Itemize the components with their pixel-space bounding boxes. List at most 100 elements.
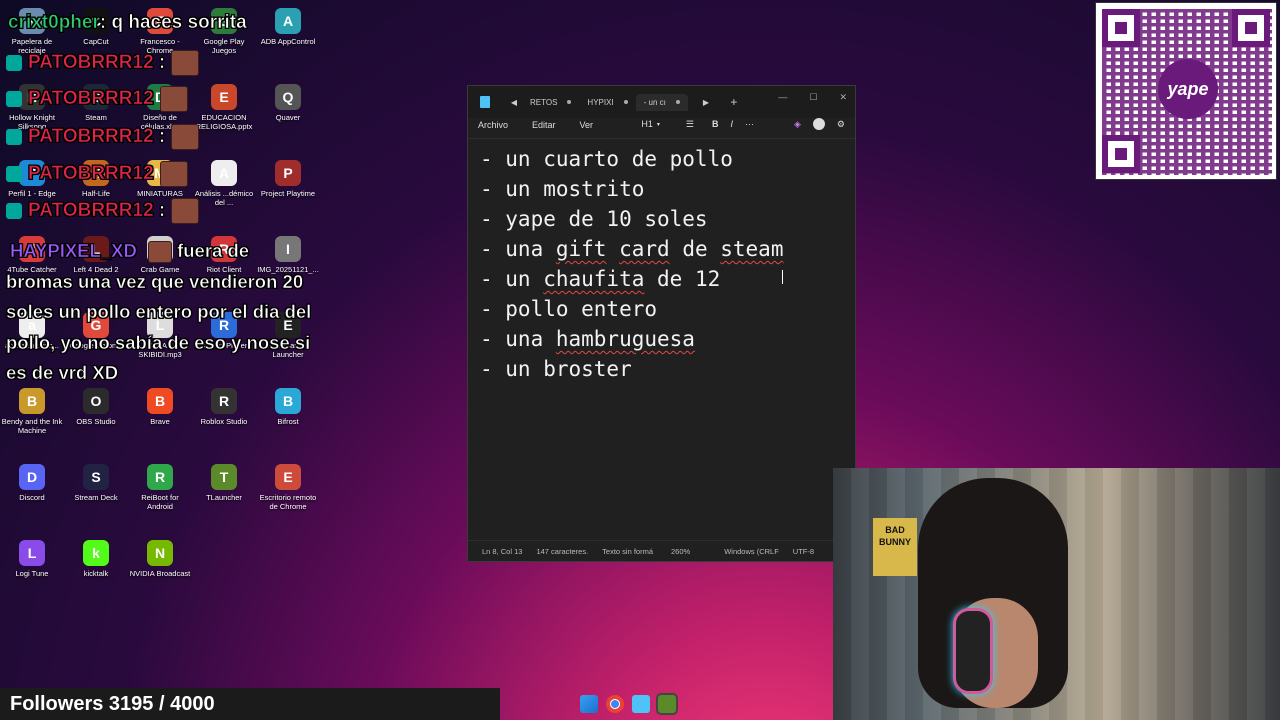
discord-icon: D <box>19 464 45 490</box>
chat-text: pollo, yo no sabía de eso y nose si <box>6 331 311 353</box>
italic-button[interactable]: I <box>730 119 733 129</box>
list-icon[interactable]: ☰ <box>686 119 694 130</box>
subscriber-badge-icon <box>6 91 22 107</box>
desktop-icon[interactable]: D Discord <box>0 464 64 502</box>
close-button[interactable]: ✕ <box>839 92 847 103</box>
desktop-icon-label: MINIATURAS <box>137 189 183 198</box>
desktop-icon-label: Brave <box>150 417 170 426</box>
desktop-icon[interactable]: B Bifrost <box>256 388 320 426</box>
menu-bar: Archivo Editar Ver H1 ▾ ☰ B I ··· ◈ ⚙ <box>468 114 855 136</box>
tab-retos[interactable]: RETOS <box>522 94 579 111</box>
maximize-button[interactable]: ☐ <box>809 92 817 103</box>
menu-editar[interactable]: Editar <box>532 120 556 130</box>
tab-label: - un cı <box>643 97 666 107</box>
account-icon[interactable] <box>812 118 825 130</box>
copilot-icon[interactable]: ◈ <box>794 119 801 130</box>
tab-scroll-right-icon[interactable]: ▶ <box>698 98 714 107</box>
chat-text: bromas una vez que vendieron 20 <box>6 270 304 292</box>
desktop-icon[interactable]: L Logi Tune <box>0 540 64 578</box>
windows-start-icon[interactable] <box>580 695 598 713</box>
followers-goal-bar: Followers 3195 / 4000 <box>0 688 500 720</box>
chat-message: PATOBRRR12 <box>6 86 188 112</box>
tab-hypixi[interactable]: HYPIXI <box>579 94 635 111</box>
desktop-icon[interactable]: B Bendy and the Ink Machine <box>0 388 64 436</box>
desktop-icon-label: ADB AppControl <box>260 37 316 46</box>
chat-text: : <box>158 52 166 74</box>
quaver-icon: Q <box>275 84 301 110</box>
chat-message: crixt0pher: q haces sorrita <box>8 12 247 34</box>
tab-current[interactable]: - un cı <box>635 93 688 111</box>
desktop-icon-label: Perfil 1 - Edge <box>8 189 56 198</box>
cursor-position: Ln 8, Col 13 <box>482 546 523 556</box>
desktop-icon[interactable]: T TLauncher <box>192 464 256 502</box>
unsaved-dot-icon <box>567 100 572 104</box>
desktop-icon-label: Half-Life <box>82 189 110 198</box>
desktop-icon[interactable]: R ReiBoot for Android <box>128 464 192 512</box>
desktop-icon[interactable]: A Análisis ...démico del ... <box>192 160 256 208</box>
roblox-studio-icon: R <box>211 388 237 414</box>
bold-button[interactable]: B <box>712 119 719 129</box>
desktop-icon[interactable]: E Escritorio remoto de Chrome <box>256 464 320 512</box>
kicktalk-icon: k <box>83 540 109 566</box>
bendy-icon: B <box>19 388 45 414</box>
desktop-icon[interactable]: Q Quaver <box>256 84 320 122</box>
desktop-icon-label: Escritorio remoto de Chrome <box>259 493 317 512</box>
desktop-icon[interactable]: O OBS Studio <box>64 388 128 426</box>
text-line: - un mostrito <box>480 177 645 201</box>
desktop-icon-label: Stream Deck <box>74 493 118 502</box>
chat-text: fuera de <box>177 240 250 262</box>
chat-username: PATOBRRR12 <box>28 200 154 222</box>
menu-ver[interactable]: Ver <box>580 120 594 130</box>
desktop-icon[interactable]: P Project Playtime <box>256 160 320 198</box>
desktop-icon[interactable]: k kicktalk <box>64 540 128 578</box>
text-line: - un chaufita de 12 <box>480 267 721 291</box>
chat-text: : q haces sorrita <box>99 12 247 34</box>
minecraft-icon[interactable] <box>656 693 678 715</box>
powerpoint-icon: E <box>211 84 237 110</box>
chat-text: : <box>158 200 166 222</box>
yape-qr-code: yape <box>1095 2 1277 180</box>
subscriber-badge-icon <box>6 129 22 145</box>
desktop-icon[interactable]: E EDUCACION RELIGIOSA.pptx <box>192 84 256 132</box>
desktop-icon[interactable]: S Stream Deck <box>64 464 128 502</box>
emote-icon <box>171 50 200 76</box>
reiboot-icon: R <box>147 464 173 490</box>
qr-finder-icon <box>1232 9 1270 47</box>
more-options-button[interactable]: ··· <box>745 119 754 129</box>
desktop-icon[interactable]: N NVIDIA Broadcast <box>128 540 192 578</box>
bifrost-icon: B <box>275 388 301 414</box>
chat-message: PATOBRRR12 : <box>6 198 200 224</box>
settings-gear-icon[interactable]: ⚙ <box>837 119 845 130</box>
heading-select[interactable]: H1 <box>641 119 653 129</box>
desktop-icon[interactable]: B Brave <box>128 388 192 426</box>
menu-archivo[interactable]: Archivo <box>478 120 508 130</box>
desktop-icon[interactable]: A ADB AppControl <box>256 8 320 46</box>
project-playtime-icon: P <box>275 160 301 186</box>
qr-finder-icon <box>1102 135 1140 173</box>
new-tab-button[interactable]: + <box>726 95 742 109</box>
encoding: UTF-8 <box>792 546 815 556</box>
tab-scroll-left-icon[interactable]: ◀ <box>506 98 522 107</box>
yape-logo-text: yape <box>1167 79 1209 99</box>
status-bar: Ln 8, Col 13 147 caracteres. Texto sin f… <box>468 540 855 561</box>
chat-username: HAYPIXEL_XD <box>10 240 137 262</box>
chevron-down-icon: ▾ <box>656 121 660 128</box>
tab-label: HYPIXI <box>587 97 614 107</box>
notepad-window: ◀ RETOS HYPIXI - un cı ▶ + — ☐ ✕ Archivo… <box>467 85 856 562</box>
chat-text: : <box>158 126 166 148</box>
logi-tune-icon: L <box>19 540 45 566</box>
editor-text-area[interactable]: - un cuarto de pollo - un mostrito - yap… <box>468 138 855 544</box>
remote-desktop-icon: E <box>275 464 301 490</box>
text-line: - un cuarto de pollo <box>480 147 733 171</box>
window-controls: — ☐ ✕ <box>778 92 847 103</box>
desktop-icon[interactable]: R Roblox Studio <box>192 388 256 426</box>
desktop-icon-label: ReiBoot for Android <box>141 493 179 512</box>
chat-username: PATOBRRR12 <box>28 52 154 74</box>
text-cursor-icon <box>782 270 785 284</box>
adb-appcontrol-icon: A <box>275 8 301 34</box>
chrome-icon[interactable] <box>606 695 624 713</box>
minimize-button[interactable]: — <box>778 92 787 103</box>
desktop-icon-label: Roblox Studio <box>200 417 248 426</box>
desktop-icon-label: EDUCACION RELIGIOSA.pptx <box>195 113 253 132</box>
notepad-icon[interactable] <box>632 695 650 713</box>
